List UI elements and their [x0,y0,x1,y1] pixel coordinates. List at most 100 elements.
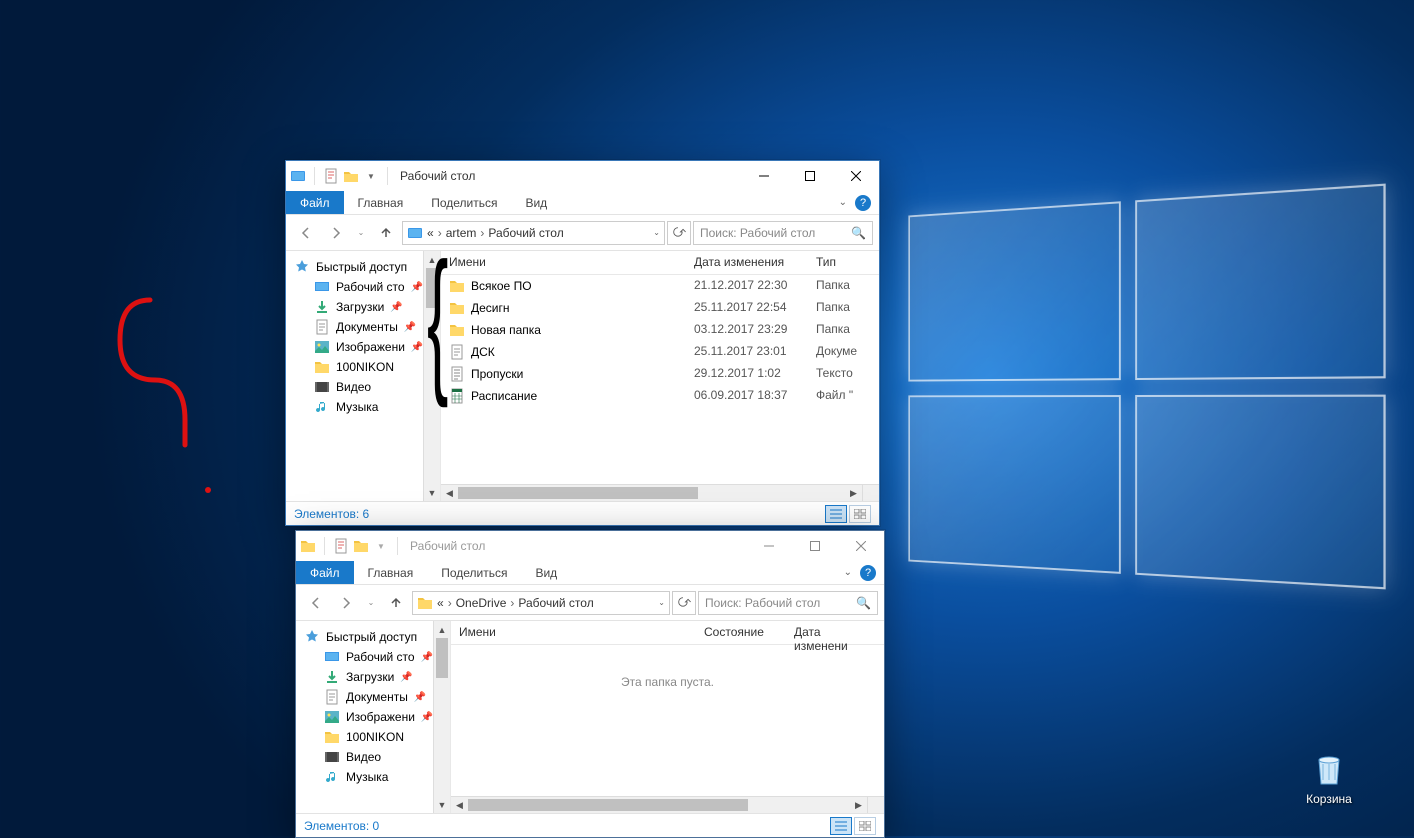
qat-folder-icon[interactable] [343,168,359,184]
breadcrumb[interactable]: Рабочий стол [488,226,563,240]
maximize-button[interactable] [787,161,833,191]
refresh-button[interactable] [667,221,691,245]
qat-dropdown-icon[interactable]: ▼ [373,538,389,554]
horizontal-scrollbar[interactable]: ◀ ▶ [451,796,867,813]
tab-share[interactable]: Поделиться [417,191,511,214]
forward-button[interactable] [322,219,350,247]
qat-properties-icon[interactable] [323,168,339,184]
sidebar-item-documents[interactable]: Документы📌 [302,687,450,707]
scroll-left-icon[interactable]: ◀ [441,485,458,501]
scroll-right-icon[interactable]: ▶ [850,797,867,813]
help-icon[interactable]: ? [860,565,876,581]
scroll-left-icon[interactable]: ◀ [451,797,468,813]
scroll-up-icon[interactable]: ▲ [434,621,450,638]
titlebar[interactable]: ▼ Рабочий стол [296,531,884,561]
sidebar-item-desktop[interactable]: Рабочий сто📌 [292,277,440,297]
scroll-thumb[interactable] [458,487,698,499]
picture-icon [324,709,340,725]
breadcrumb[interactable]: Рабочий стол [518,596,593,610]
address-dropdown-icon[interactable]: ⌄ [658,598,665,607]
sidebar-item-pictures[interactable]: Изображени📌 [292,337,440,357]
sidebar-item-desktop[interactable]: Рабочий сто📌 [302,647,450,667]
sidebar-item-folder[interactable]: 100NIKON [292,357,440,377]
search-icon[interactable]: 🔍 [851,226,866,240]
qat-folder-icon[interactable] [353,538,369,554]
close-button[interactable] [833,161,879,191]
breadcrumb[interactable]: OneDrive [456,596,507,610]
qat-dropdown-icon[interactable]: ▼ [363,168,379,184]
tab-view[interactable]: Вид [511,191,561,214]
address-dropdown-icon[interactable]: ⌄ [653,228,660,237]
recycle-bin[interactable]: Корзина [1289,748,1369,806]
search-icon[interactable]: 🔍 [856,596,871,610]
history-dropdown[interactable]: ⌄ [362,589,380,617]
back-button[interactable] [302,589,330,617]
forward-button[interactable] [332,589,360,617]
titlebar[interactable]: ▼ Рабочий стол [286,161,879,191]
refresh-button[interactable] [672,591,696,615]
column-date[interactable]: Дата изменения [686,251,808,274]
file-row[interactable]: Расписание06.09.2017 18:37Файл " [441,385,879,407]
sidebar-item-downloads[interactable]: Загрузки📌 [302,667,450,687]
maximize-button[interactable] [792,531,838,561]
explorer-window-2[interactable]: ▼ Рабочий стол Файл Главная Поделиться В… [295,530,885,838]
explorer-window-1[interactable]: ▼ Рабочий стол Файл Главная Поделиться В… [285,160,880,526]
column-headers: Имени Состояние Дата изменени [451,621,884,645]
breadcrumb[interactable]: artem [446,226,477,240]
sidebar-item-music[interactable]: Музыка [292,397,440,417]
qat-properties-icon[interactable] [333,538,349,554]
sidebar-item-downloads[interactable]: Загрузки📌 [292,297,440,317]
view-details-button[interactable] [830,817,852,835]
history-dropdown[interactable]: ⌄ [352,219,370,247]
column-state[interactable]: Состояние [696,621,786,644]
tab-file[interactable]: Файл [296,561,354,584]
sidebar-item-folder[interactable]: 100NIKON [302,727,450,747]
file-row[interactable]: Пропуски29.12.2017 1:02Тексто [441,363,879,385]
sidebar-scrollbar[interactable]: ▲ ▼ [433,621,450,813]
scroll-thumb[interactable] [436,638,448,678]
view-details-button[interactable] [825,505,847,523]
column-type[interactable]: Тип [808,251,879,274]
file-list-pane: Имени Дата изменения Тип Всякое ПО21.12.… [441,251,879,501]
file-row[interactable]: Новая папка03.12.2017 23:29Папка [441,319,879,341]
tab-file[interactable]: Файл [286,191,344,214]
minimize-button[interactable] [741,161,787,191]
horizontal-scrollbar[interactable]: ◀ ▶ [441,484,862,501]
help-icon[interactable]: ? [855,195,871,211]
ribbon-collapse-icon[interactable]: ⌄ [844,567,852,578]
tab-home[interactable]: Главная [354,561,428,584]
sidebar-item-documents[interactable]: Документы📌 [292,317,440,337]
sidebar-quick-access[interactable]: Быстрый доступ [292,257,440,277]
tab-share[interactable]: Поделиться [427,561,521,584]
column-name[interactable]: Имени [441,251,686,274]
up-button[interactable] [382,589,410,617]
file-row[interactable]: ДСК25.11.2017 23:01Докуме [441,341,879,363]
scroll-down-icon[interactable]: ▼ [434,796,450,813]
tab-view[interactable]: Вид [521,561,571,584]
file-row[interactable]: Всякое ПО21.12.2017 22:30Папка [441,275,879,297]
scroll-right-icon[interactable]: ▶ [845,485,862,501]
search-input[interactable]: Поиск: Рабочий стол 🔍 [698,591,878,615]
view-icons-button[interactable] [849,505,871,523]
search-input[interactable]: Поиск: Рабочий стол 🔍 [693,221,873,245]
sidebar-item-video[interactable]: Видео [292,377,440,397]
minimize-button[interactable] [746,531,792,561]
back-button[interactable] [292,219,320,247]
column-name[interactable]: Имени [451,621,696,644]
ribbon-collapse-icon[interactable]: ⌄ [839,197,847,208]
sidebar-quick-access[interactable]: Быстрый доступ [302,627,450,647]
view-icons-button[interactable] [854,817,876,835]
sidebar-item-video[interactable]: Видео [302,747,450,767]
column-date[interactable]: Дата изменени [786,621,884,644]
file-row[interactable]: Десигн25.11.2017 22:54Папка [441,297,879,319]
close-button[interactable] [838,531,884,561]
sidebar-item-music[interactable]: Музыка [302,767,450,787]
scroll-thumb[interactable] [468,799,748,811]
status-bar: Элементов: 6 [286,501,879,525]
scroll-down-icon[interactable]: ▼ [424,484,440,501]
breadcrumb[interactable]: « [437,596,444,610]
tab-home[interactable]: Главная [344,191,418,214]
address-bar[interactable]: « › OneDrive › Рабочий стол ⌄ [412,591,670,615]
sidebar-item-pictures[interactable]: Изображени📌 [302,707,450,727]
up-button[interactable] [372,219,400,247]
